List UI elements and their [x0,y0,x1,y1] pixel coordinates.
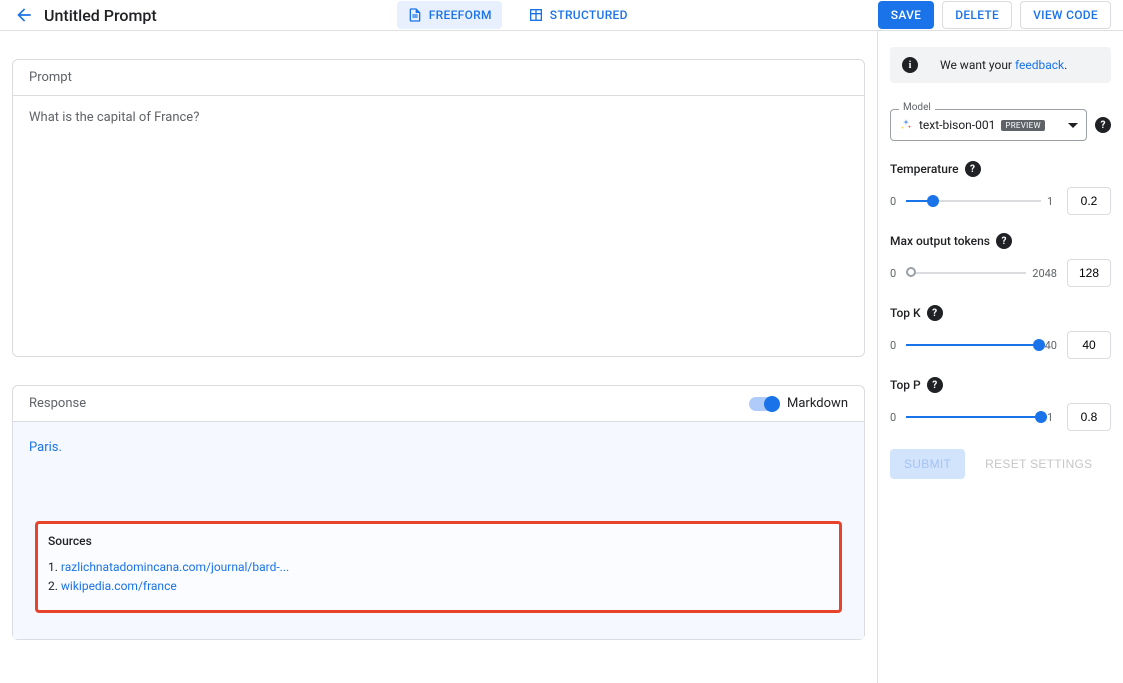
param-row: 0 1 [890,187,1111,215]
preview-badge: PREVIEW [1001,120,1045,131]
back-arrow-icon[interactable] [12,3,36,27]
slider-max: 40 [1045,339,1057,352]
slider-min: 0 [890,195,900,208]
feedback-text: We want your feedback. [940,58,1067,72]
body: Prompt What is the capital of France? Re… [0,31,1123,683]
structured-tab[interactable]: STRUCTURED [518,1,638,29]
prompt-input[interactable]: What is the capital of France? [13,96,864,356]
source-item: 1. razlichnatadomincana.com/journal/bard… [48,558,829,577]
submit-button[interactable]: SUBMIT [890,449,965,479]
table-icon [528,7,544,23]
param-row: 0 2048 [890,259,1111,287]
header: Untitled Prompt FREEFORM STRUCTURED SAVE… [0,0,1123,31]
response-text: Paris. [29,440,848,455]
response-header: Response Markdown [13,386,864,422]
param-row: 0 40 [890,331,1111,359]
source-link-1[interactable]: razlichnatadomincana.com/journal/bard-..… [61,560,289,574]
slider-wrap: 0 1 [890,411,1057,424]
help-icon[interactable]: ? [927,377,943,393]
slider-max: 1 [1047,411,1057,424]
response-label: Response [29,396,86,411]
source-item: 2. wikipedia.com/france [48,577,829,596]
model-legend: Model [899,102,935,113]
document-icon [407,7,423,23]
top-k-input[interactable] [1067,331,1111,359]
chevron-down-icon [1068,123,1078,128]
reset-settings-button[interactable]: RESET SETTINGS [977,449,1100,479]
markdown-toggle[interactable] [749,397,779,411]
temperature-param: Temperature ? 0 1 [890,161,1111,215]
slider-wrap: 0 2048 [890,267,1057,280]
slider-wrap: 0 1 [890,195,1057,208]
freeform-tab[interactable]: FREEFORM [397,1,502,29]
max-tokens-param: Max output tokens ? 0 2048 [890,233,1111,287]
panel-actions: SUBMIT RESET SETTINGS [890,449,1111,479]
model-name: text-bison-001 [919,118,995,132]
source-link-2[interactable]: wikipedia.com/france [61,579,177,593]
top-k-param: Top K ? 0 40 [890,305,1111,359]
max-tokens-label: Max output tokens ? [890,233,1111,249]
slider-wrap: 0 40 [890,339,1057,352]
save-button[interactable]: SAVE [878,1,934,29]
markdown-label: Markdown [787,396,848,411]
main: Prompt What is the capital of France? Re… [0,31,877,683]
temperature-label: Temperature ? [890,161,1111,177]
top-p-slider[interactable] [906,416,1041,418]
view-code-button[interactable]: VIEW CODE [1020,1,1111,29]
header-actions: SAVE DELETE VIEW CODE [878,1,1111,29]
top-p-input[interactable] [1067,403,1111,431]
model-select[interactable]: Model text-bison-001 PREVIEW [890,109,1087,141]
model-field: Model text-bison-001 PREVIEW ? [890,109,1111,141]
max-tokens-slider[interactable] [906,272,1026,274]
delete-button[interactable]: DELETE [942,1,1012,29]
feedback-link[interactable]: feedback [1015,58,1064,72]
sources-title: Sources [48,534,829,548]
sources-box: Sources 1. razlichnatadomincana.com/jour… [35,521,842,613]
top-k-label: Top K ? [890,305,1111,321]
prompt-label: Prompt [29,70,72,85]
prompt-header: Prompt [13,60,864,96]
info-icon: i [902,57,918,73]
slider-min: 0 [890,267,900,280]
feedback-bar: i We want your feedback. [890,47,1111,83]
slider-min: 0 [890,339,900,352]
slider-min: 0 [890,411,900,424]
help-icon[interactable]: ? [996,233,1012,249]
temperature-slider[interactable] [906,200,1041,202]
help-icon[interactable]: ? [927,305,943,321]
freeform-label: FREEFORM [429,8,492,22]
response-body: Paris. Sources 1. razlichnatadomincana.c… [13,422,864,639]
slider-max: 1 [1047,195,1057,208]
temperature-input[interactable] [1067,187,1111,215]
top-p-param: Top P ? 0 1 [890,377,1111,431]
param-row: 0 1 [890,403,1111,431]
max-tokens-input[interactable] [1067,259,1111,287]
response-card: Response Markdown Paris. Sources 1. razl… [12,385,865,640]
sparkle-icon [899,118,913,132]
help-icon[interactable]: ? [1095,117,1111,133]
slider-max: 2048 [1032,267,1057,280]
top-p-label: Top P ? [890,377,1111,393]
help-icon[interactable]: ? [965,161,981,177]
prompt-card: Prompt What is the capital of France? [12,59,865,357]
mode-switcher: FREEFORM STRUCTURED [157,1,878,29]
sources-list: 1. razlichnatadomincana.com/journal/bard… [48,558,829,596]
settings-panel: i We want your feedback. Model text-biso… [877,31,1123,683]
markdown-toggle-group: Markdown [749,396,848,411]
structured-label: STRUCTURED [550,8,628,22]
top-k-slider[interactable] [906,344,1039,346]
page-title: Untitled Prompt [44,6,157,25]
